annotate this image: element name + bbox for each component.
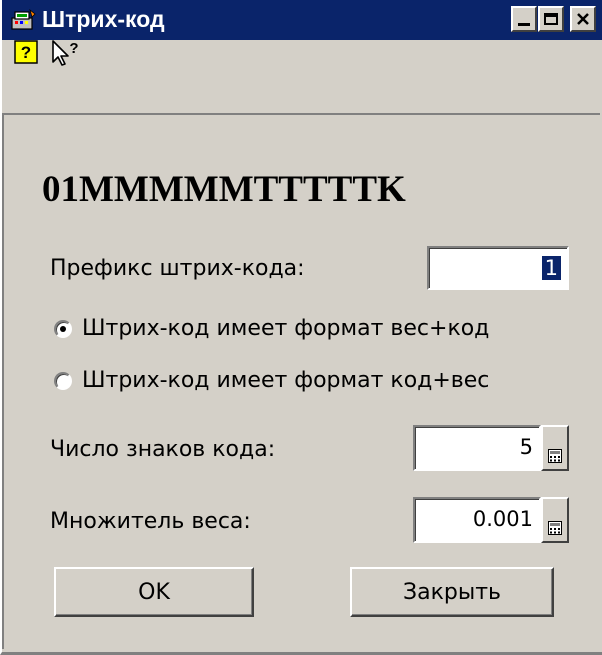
radio-weight-code-label: Штрих-код имеет формат вес+код <box>82 316 490 341</box>
prefix-input[interactable]: 1 <box>427 246 569 290</box>
help-question-icon[interactable]: ? <box>14 40 38 64</box>
radio-code-weight[interactable]: Штрих-код имеет формат код+вес <box>54 368 489 393</box>
weight-calculator-button[interactable] <box>541 497 569 543</box>
window-title: Штрих-код <box>42 6 165 32</box>
toolbar <box>2 40 602 112</box>
close-dialog-button[interactable]: Закрыть <box>350 567 554 617</box>
radio-button-checked[interactable] <box>54 319 72 338</box>
whats-this-pointer-icon[interactable]: ? <box>50 38 84 68</box>
radio-code-weight-label: Штрих-код имеет формат код+вес <box>82 368 490 393</box>
barcode-dialog-window: Штрих-код ? ? 01MMMMMTTTTTK Префикс штри… <box>0 0 602 655</box>
calculator-icon <box>548 449 562 463</box>
prefix-label: Префикс штрих-кода: <box>50 256 305 281</box>
weight-multiplier-input[interactable]: 0.001 <box>413 497 541 543</box>
svg-text:?: ? <box>69 40 78 57</box>
digits-input[interactable]: 5 <box>413 425 541 471</box>
weight-multiplier-label: Множитель веса: <box>50 509 251 534</box>
close-icon <box>577 13 589 25</box>
svg-text:?: ? <box>21 43 31 62</box>
digits-calculator-button[interactable] <box>541 425 569 471</box>
barcode-format-title: 01MMMMMTTTTTK <box>42 169 406 210</box>
ok-button[interactable]: OK <box>54 567 254 617</box>
prefix-value: 1 <box>541 256 561 280</box>
radio-button-unchecked[interactable] <box>54 371 72 390</box>
minimize-button[interactable] <box>511 6 537 32</box>
minimize-icon <box>518 22 530 26</box>
maximize-button[interactable] <box>538 6 564 32</box>
calculator-icon <box>548 521 562 535</box>
close-button[interactable] <box>570 6 596 32</box>
radio-weight-code[interactable]: Штрих-код имеет формат вес+код <box>54 316 489 341</box>
title-bar[interactable]: Штрих-код <box>2 0 602 40</box>
app-icon <box>11 8 36 30</box>
digits-label: Число знаков кода: <box>50 437 276 462</box>
maximize-icon <box>544 13 558 25</box>
